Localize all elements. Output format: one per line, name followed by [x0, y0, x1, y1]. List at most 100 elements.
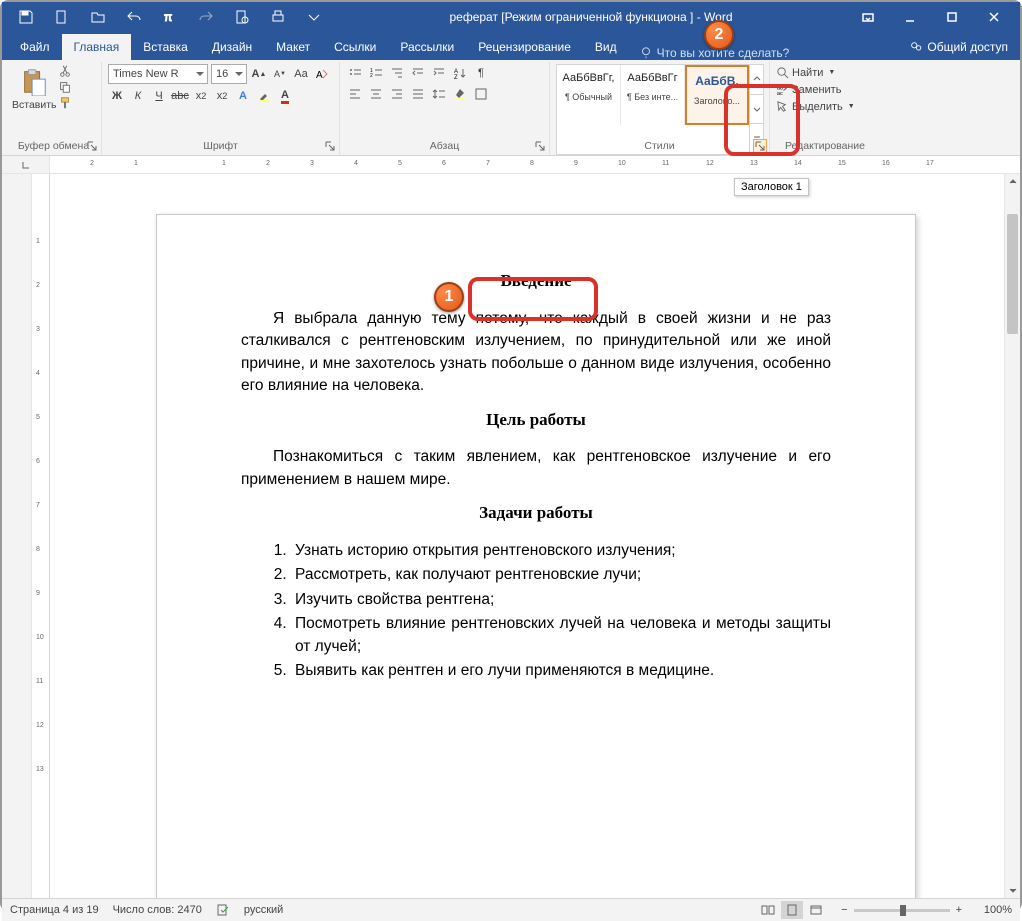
- tab-references[interactable]: Ссылки: [322, 34, 388, 60]
- list-item[interactable]: Изучить свойства рентгена;: [291, 589, 831, 611]
- list-item[interactable]: Посмотреть влияние рентгеновских лучей н…: [291, 613, 831, 658]
- decrease-indent-button[interactable]: [409, 64, 427, 82]
- page-indicator[interactable]: Страница 4 из 19: [10, 904, 99, 916]
- increase-indent-button[interactable]: [430, 64, 448, 82]
- word-count[interactable]: Число слов: 2470: [113, 904, 202, 916]
- minimize-button[interactable]: [892, 2, 928, 32]
- gallery-down-button[interactable]: [750, 95, 763, 125]
- vertical-scrollbar[interactable]: [1004, 174, 1020, 898]
- zoom-in-button[interactable]: +: [956, 904, 962, 916]
- scroll-down-button[interactable]: [1005, 882, 1020, 898]
- gallery-up-button[interactable]: [750, 65, 763, 95]
- redo-button[interactable]: [188, 2, 224, 32]
- styles-launcher[interactable]: [753, 139, 767, 153]
- font-size-combo[interactable]: 16: [211, 64, 247, 84]
- ribbon-display-button[interactable]: [850, 2, 886, 32]
- page[interactable]: Введение Я выбрала данную тему потому, ч…: [156, 214, 916, 898]
- tab-layout[interactable]: Макет: [264, 34, 322, 60]
- zoom-out-button[interactable]: −: [841, 904, 847, 916]
- tab-mailings[interactable]: Рассылки: [388, 34, 466, 60]
- strikethrough-button[interactable]: abc: [171, 87, 189, 105]
- heading-tasks[interactable]: Задачи работы: [241, 501, 831, 526]
- tab-design[interactable]: Дизайн: [200, 34, 264, 60]
- tab-selector[interactable]: [2, 156, 50, 173]
- web-layout-button[interactable]: [805, 901, 827, 919]
- subscript-button[interactable]: x2: [192, 87, 210, 105]
- align-center-button[interactable]: [367, 85, 385, 103]
- close-button[interactable]: [976, 2, 1012, 32]
- zoom-slider[interactable]: [854, 909, 950, 912]
- zoom-level[interactable]: 100%: [968, 904, 1012, 916]
- print-preview-button[interactable]: [224, 2, 260, 32]
- line-spacing-button[interactable]: [430, 85, 448, 103]
- copy-button[interactable]: [58, 80, 72, 94]
- find-button[interactable]: Найти▼: [776, 64, 874, 81]
- equation-button[interactable]: π: [152, 2, 188, 32]
- font-name-combo[interactable]: Times New R: [108, 64, 208, 84]
- multilevel-list-button[interactable]: [388, 64, 406, 82]
- new-button[interactable]: [44, 2, 80, 32]
- align-left-button[interactable]: [346, 85, 364, 103]
- borders-button[interactable]: [472, 85, 490, 103]
- tab-view[interactable]: Вид: [583, 34, 629, 60]
- bold-button[interactable]: Ж: [108, 87, 126, 105]
- style-no-spacing[interactable]: АаБбВвГг¶ Без инте...: [621, 65, 685, 125]
- quick-print-button[interactable]: [260, 2, 296, 32]
- open-button[interactable]: [80, 2, 116, 32]
- clipboard-launcher[interactable]: [87, 141, 99, 153]
- read-mode-button[interactable]: [757, 901, 779, 919]
- bullets-button[interactable]: [346, 64, 364, 82]
- scroll-up-button[interactable]: [1005, 174, 1020, 190]
- sort-button[interactable]: AZ: [451, 64, 469, 82]
- paragraph-intro[interactable]: Я выбрала данную тему потому, что каждый…: [241, 308, 831, 398]
- tab-review[interactable]: Рецензирование: [466, 34, 583, 60]
- highlight-button[interactable]: [255, 87, 273, 105]
- align-right-button[interactable]: [388, 85, 406, 103]
- document-canvas[interactable]: Введение Я выбрала данную тему потому, ч…: [50, 174, 1004, 898]
- share-button[interactable]: Общий доступ: [897, 34, 1020, 60]
- cut-button[interactable]: [58, 64, 72, 78]
- language-indicator[interactable]: русский: [244, 904, 283, 916]
- numbering-button[interactable]: 12: [367, 64, 385, 82]
- grow-font-button[interactable]: A▲: [250, 65, 268, 83]
- shading-button[interactable]: [451, 85, 469, 103]
- text-effects-button[interactable]: A: [234, 87, 252, 105]
- maximize-button[interactable]: [934, 2, 970, 32]
- vertical-ruler[interactable]: 12345678910111213: [32, 174, 50, 898]
- format-painter-button[interactable]: [58, 96, 72, 110]
- tab-insert[interactable]: Вставка: [131, 34, 200, 60]
- font-color-button[interactable]: A: [276, 87, 294, 105]
- change-case-button[interactable]: Aa: [292, 65, 310, 83]
- undo-button[interactable]: [116, 2, 152, 32]
- replace-button[interactable]: abacЗаменить: [776, 81, 874, 98]
- shrink-font-button[interactable]: A▼: [271, 65, 289, 83]
- view-buttons: [757, 901, 827, 919]
- font-launcher[interactable]: [325, 141, 337, 153]
- heading-goal[interactable]: Цель работы: [241, 408, 831, 433]
- save-button[interactable]: [8, 2, 44, 32]
- horizontal-ruler[interactable]: 211234567891011121314151617: [50, 156, 1020, 173]
- underline-button[interactable]: Ч: [150, 87, 168, 105]
- tell-me-input[interactable]: Что вы хотите сделать?: [629, 46, 898, 60]
- paragraph-goal[interactable]: Познакомиться с таким явлением, как рент…: [241, 446, 831, 491]
- italic-button[interactable]: К: [129, 87, 147, 105]
- list-item[interactable]: Узнать историю открытия рентгеновского и…: [291, 540, 831, 562]
- superscript-button[interactable]: x2: [213, 87, 231, 105]
- heading-intro[interactable]: Введение: [241, 269, 831, 294]
- tab-home[interactable]: Главная: [62, 34, 132, 60]
- style-heading1[interactable]: АаБбВ.Заголово...: [685, 65, 749, 125]
- task-list[interactable]: Узнать историю открытия рентгеновского и…: [291, 540, 831, 683]
- list-item[interactable]: Рассмотреть, как получают рентгеновские …: [291, 564, 831, 586]
- print-layout-button[interactable]: [781, 901, 803, 919]
- qat-customize-button[interactable]: [296, 2, 332, 32]
- spellcheck-icon[interactable]: [216, 902, 230, 919]
- paragraph-launcher[interactable]: [535, 141, 547, 153]
- justify-button[interactable]: [409, 85, 427, 103]
- clear-formatting-button[interactable]: A: [313, 65, 331, 83]
- style-normal[interactable]: АаБбВвГг,¶ Обычный: [557, 65, 621, 125]
- select-button[interactable]: Выделить▼: [776, 98, 874, 115]
- show-marks-button[interactable]: ¶: [472, 64, 490, 82]
- tab-file[interactable]: Файл: [8, 34, 62, 60]
- list-item[interactable]: Выявить как рентген и его лучи применяют…: [291, 660, 831, 682]
- scroll-thumb[interactable]: [1007, 214, 1018, 334]
